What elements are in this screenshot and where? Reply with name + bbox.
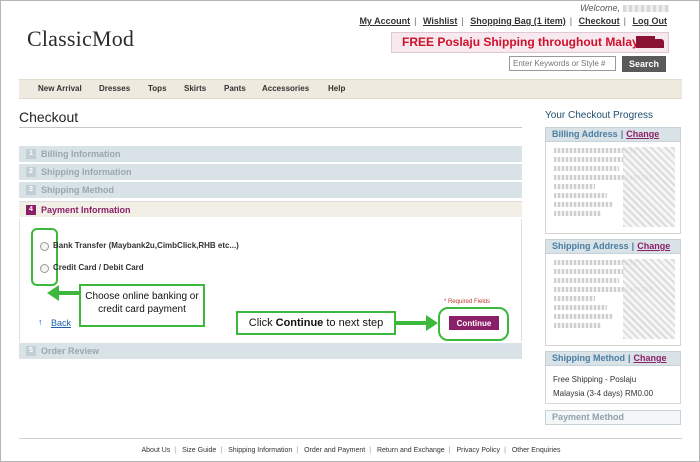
billing-address-box <box>545 142 681 234</box>
step-shipping-method[interactable]: 3 Shipping Method <box>19 182 522 199</box>
footer-return-exchange[interactable]: Return and Exchange <box>377 447 445 454</box>
billing-address-header: Billing Address | Change <box>545 127 681 142</box>
back-arrow-icon: ↑ <box>38 317 43 327</box>
credit-card-label[interactable]: Credit Card / Debit Card <box>53 263 144 272</box>
footer-shipping-info[interactable]: Shipping Information <box>228 447 292 454</box>
main-nav: New Arrival Dresses Tops Skirts Pants Ac… <box>19 79 682 99</box>
free-shipping-banner[interactable]: FREE Poslaju Shipping throughout Malaysi… <box>391 32 669 53</box>
radio-highlight <box>31 228 58 286</box>
shipping-address-header: Shipping Address | Change <box>545 239 681 254</box>
shipping-method-header: Shipping Method | Change <box>545 351 681 366</box>
continue-callout: Click Continue to next step <box>236 311 396 335</box>
shipping-address-box <box>545 254 681 346</box>
callout-arrow-right-icon <box>395 315 438 331</box>
title-divider <box>19 127 522 128</box>
search-input[interactable] <box>509 56 616 71</box>
change-method-link[interactable]: Change <box>634 353 667 363</box>
footer-order-payment[interactable]: Order and Payment <box>304 447 365 454</box>
continue-button[interactable]: Continue <box>449 316 499 330</box>
step-number: 5 <box>26 346 36 356</box>
step-shipping[interactable]: 2 Shipping Information <box>19 164 522 181</box>
bank-transfer-radio[interactable] <box>40 242 49 251</box>
nav-help[interactable]: Help <box>328 84 345 93</box>
progress-title: Your Checkout Progress <box>545 110 654 121</box>
nav-dresses[interactable]: Dresses <box>99 84 130 93</box>
footer-about[interactable]: About Us <box>142 447 171 454</box>
step-label: Shipping Method <box>41 185 114 195</box>
footer-privacy[interactable]: Privacy Policy <box>456 447 500 454</box>
footer-divider <box>19 438 682 439</box>
change-billing-link[interactable]: Change <box>626 129 659 139</box>
step-label: Shipping Information <box>41 167 132 177</box>
bank-transfer-label[interactable]: Bank Transfer (Maybank2u,CimbClick,RHB e… <box>53 241 239 250</box>
footer-links: About Us | Size Guide | Shipping Informati… <box>141 447 561 454</box>
callout-arrow-icon <box>47 285 80 301</box>
footer-size-guide[interactable]: Size Guide <box>182 447 216 454</box>
site-logo[interactable]: ClassicMod <box>27 26 134 52</box>
welcome-text: Welcome, <box>580 3 669 13</box>
step-number: 1 <box>26 149 36 159</box>
credit-card-radio[interactable] <box>40 264 49 273</box>
back-link[interactable]: Back <box>51 318 71 328</box>
my-account-link[interactable]: My Account <box>359 16 410 26</box>
step-number: 3 <box>26 185 36 195</box>
checkout-link[interactable]: Checkout <box>579 16 620 26</box>
change-shipping-link[interactable]: Change <box>637 241 670 251</box>
nav-pants[interactable]: Pants <box>224 84 246 93</box>
payment-method-header: Payment Method <box>545 410 681 425</box>
top-links: My Account | Wishlist | Shopping Bag (1 it… <box>359 16 667 26</box>
truck-icon <box>636 36 664 49</box>
shopping-bag-link[interactable]: Shopping Bag (1 item) <box>470 16 566 26</box>
blurred-username <box>623 5 669 13</box>
shipping-method-text: Free Shipping - Poslaju Malaysia (3-4 da… <box>553 375 654 398</box>
banner-text: FREE Poslaju Shipping throughout Malaysi… <box>402 35 656 49</box>
required-fields-note: * Required Fields <box>444 299 491 305</box>
step-label: Payment Information <box>41 205 131 215</box>
nav-accessories[interactable]: Accessories <box>262 84 309 93</box>
logout-link[interactable]: Log Out <box>633 16 668 26</box>
wishlist-link[interactable]: Wishlist <box>423 16 457 26</box>
step-number: 4 <box>26 205 36 215</box>
step-order-review[interactable]: 5 Order Review <box>19 343 522 360</box>
nav-tops[interactable]: Tops <box>148 84 167 93</box>
step-billing[interactable]: 1 Billing Information <box>19 146 522 163</box>
search-button[interactable]: Search <box>622 56 666 72</box>
nav-skirts[interactable]: Skirts <box>184 84 206 93</box>
nav-new-arrival[interactable]: New Arrival <box>38 84 82 93</box>
step-payment[interactable]: 4 Payment Information <box>19 201 522 218</box>
step-label: Billing Information <box>41 149 121 159</box>
page-title: Checkout <box>19 109 79 125</box>
footer-enquiries[interactable]: Other Enquiries <box>512 447 561 454</box>
blurred-address-noise <box>623 147 675 227</box>
step-number: 2 <box>26 167 36 177</box>
step-label: Order Review <box>41 346 100 356</box>
blurred-address-noise <box>623 259 675 339</box>
payment-callout: Choose online banking or credit card pay… <box>79 284 205 327</box>
